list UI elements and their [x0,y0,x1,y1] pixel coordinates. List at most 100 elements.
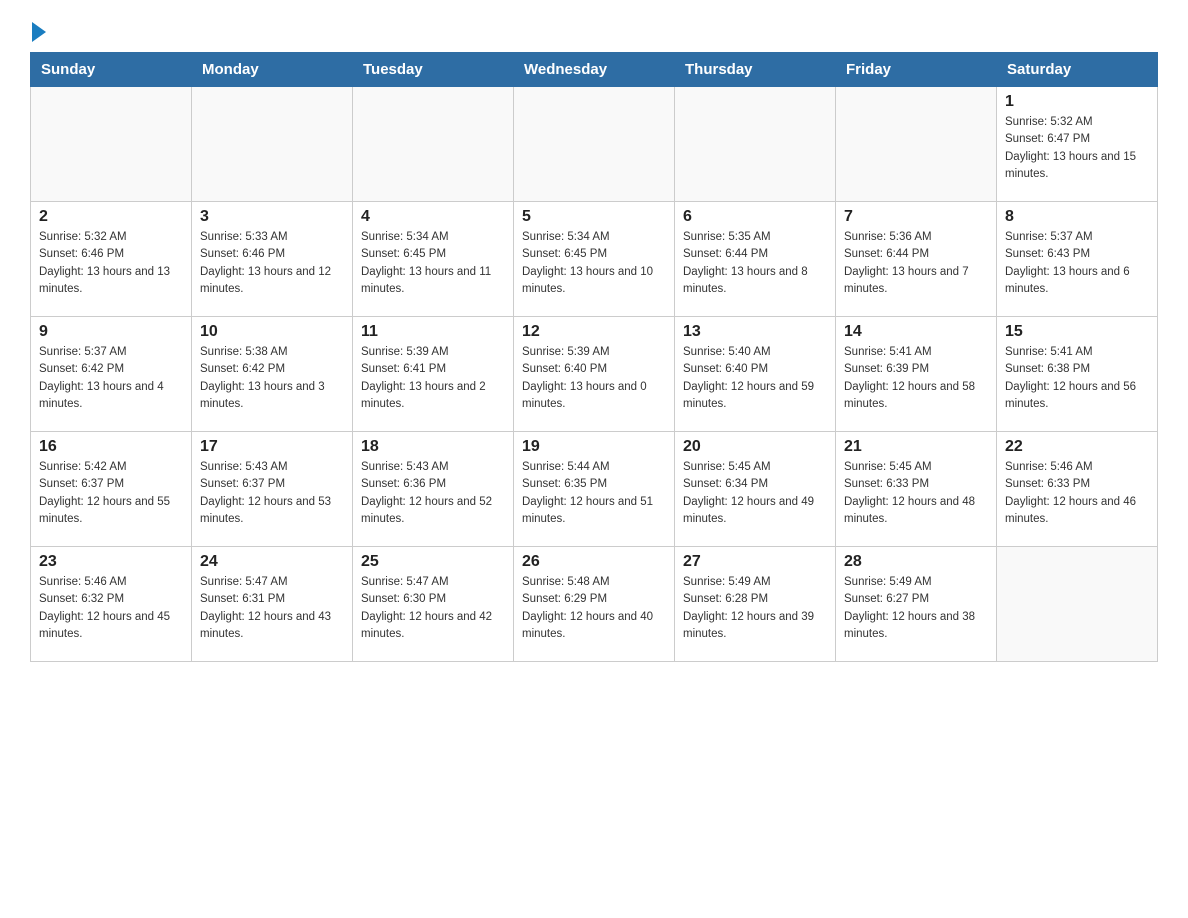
calendar-cell [997,547,1158,662]
calendar-cell [192,87,353,202]
day-number: 23 [39,553,183,571]
calendar-cell: 11 Sunrise: 5:39 AMSunset: 6:41 PMDayligh… [353,317,514,432]
calendar-table: SundayMondayTuesdayWednesdayThursdayFrid… [30,52,1158,662]
day-number: 7 [844,208,988,226]
day-info: Sunrise: 5:42 AMSunset: 6:37 PMDaylight:… [39,459,183,528]
day-info: Sunrise: 5:37 AMSunset: 6:42 PMDaylight:… [39,344,183,413]
calendar-cell: 10 Sunrise: 5:38 AMSunset: 6:42 PMDayligh… [192,317,353,432]
column-header-friday: Friday [836,53,997,87]
calendar-cell: 18 Sunrise: 5:43 AMSunset: 6:36 PMDayligh… [353,432,514,547]
day-info: Sunrise: 5:43 AMSunset: 6:37 PMDaylight:… [200,459,344,528]
calendar-cell: 25 Sunrise: 5:47 AMSunset: 6:30 PMDayligh… [353,547,514,662]
calendar-cell: 17 Sunrise: 5:43 AMSunset: 6:37 PMDayligh… [192,432,353,547]
calendar-cell: 16 Sunrise: 5:42 AMSunset: 6:37 PMDayligh… [31,432,192,547]
week-row-3: 9 Sunrise: 5:37 AMSunset: 6:42 PMDaylight… [31,317,1158,432]
day-number: 24 [200,553,344,571]
day-info: Sunrise: 5:34 AMSunset: 6:45 PMDaylight:… [522,229,666,298]
day-number: 18 [361,438,505,456]
day-number: 22 [1005,438,1149,456]
calendar-cell: 2 Sunrise: 5:32 AMSunset: 6:46 PMDaylight… [31,202,192,317]
day-info: Sunrise: 5:33 AMSunset: 6:46 PMDaylight:… [200,229,344,298]
calendar-cell: 19 Sunrise: 5:44 AMSunset: 6:35 PMDayligh… [514,432,675,547]
day-number: 1 [1005,93,1149,111]
day-number: 14 [844,323,988,341]
calendar-cell [514,87,675,202]
calendar-cell: 27 Sunrise: 5:49 AMSunset: 6:28 PMDayligh… [675,547,836,662]
day-number: 17 [200,438,344,456]
day-info: Sunrise: 5:38 AMSunset: 6:42 PMDaylight:… [200,344,344,413]
day-number: 28 [844,553,988,571]
calendar-header-row: SundayMondayTuesdayWednesdayThursdayFrid… [31,53,1158,87]
column-header-thursday: Thursday [675,53,836,87]
calendar-cell: 7 Sunrise: 5:36 AMSunset: 6:44 PMDaylight… [836,202,997,317]
column-header-saturday: Saturday [997,53,1158,87]
calendar-cell [353,87,514,202]
day-number: 6 [683,208,827,226]
calendar-cell: 9 Sunrise: 5:37 AMSunset: 6:42 PMDaylight… [31,317,192,432]
day-info: Sunrise: 5:32 AMSunset: 6:47 PMDaylight:… [1005,114,1149,183]
day-number: 11 [361,323,505,341]
calendar-cell: 24 Sunrise: 5:47 AMSunset: 6:31 PMDayligh… [192,547,353,662]
day-number: 2 [39,208,183,226]
calendar-cell: 21Sunrise: 5:45 AMSunset: 6:33 PMDayligh… [836,432,997,547]
day-info: Sunrise: 5:44 AMSunset: 6:35 PMDaylight:… [522,459,666,528]
day-number: 25 [361,553,505,571]
day-info: Sunrise: 5:41 AMSunset: 6:38 PMDaylight:… [1005,344,1149,413]
day-number: 3 [200,208,344,226]
day-info: Sunrise: 5:43 AMSunset: 6:36 PMDaylight:… [361,459,505,528]
page-header [30,20,1158,42]
day-number: 21 [844,438,988,456]
calendar-cell: 13 Sunrise: 5:40 AMSunset: 6:40 PMDayligh… [675,317,836,432]
day-info: Sunrise: 5:36 AMSunset: 6:44 PMDaylight:… [844,229,988,298]
calendar-cell [31,87,192,202]
calendar-cell: 20 Sunrise: 5:45 AMSunset: 6:34 PMDayligh… [675,432,836,547]
day-number: 20 [683,438,827,456]
day-info: Sunrise: 5:48 AMSunset: 6:29 PMDaylight:… [522,574,666,643]
day-number: 12 [522,323,666,341]
day-number: 9 [39,323,183,341]
calendar-cell: 8Sunrise: 5:37 AMSunset: 6:43 PMDaylight… [997,202,1158,317]
calendar-cell: 14 Sunrise: 5:41 AMSunset: 6:39 PMDayligh… [836,317,997,432]
logo [30,20,46,42]
day-number: 19 [522,438,666,456]
calendar-cell: 4 Sunrise: 5:34 AMSunset: 6:45 PMDaylight… [353,202,514,317]
week-row-4: 16 Sunrise: 5:42 AMSunset: 6:37 PMDayligh… [31,432,1158,547]
day-info: Sunrise: 5:46 AMSunset: 6:32 PMDaylight:… [39,574,183,643]
day-info: Sunrise: 5:39 AMSunset: 6:40 PMDaylight:… [522,344,666,413]
day-info: Sunrise: 5:32 AMSunset: 6:46 PMDaylight:… [39,229,183,298]
day-number: 10 [200,323,344,341]
day-info: Sunrise: 5:39 AMSunset: 6:41 PMDaylight:… [361,344,505,413]
calendar-cell: 5Sunrise: 5:34 AMSunset: 6:45 PMDaylight… [514,202,675,317]
day-number: 8 [1005,208,1149,226]
day-number: 15 [1005,323,1149,341]
day-number: 16 [39,438,183,456]
column-header-wednesday: Wednesday [514,53,675,87]
day-info: Sunrise: 5:46 AMSunset: 6:33 PMDaylight:… [1005,459,1149,528]
calendar-cell: 26 Sunrise: 5:48 AMSunset: 6:29 PMDayligh… [514,547,675,662]
day-number: 27 [683,553,827,571]
calendar-cell: 15 Sunrise: 5:41 AMSunset: 6:38 PMDayligh… [997,317,1158,432]
week-row-1: 1 Sunrise: 5:32 AMSunset: 6:47 PMDaylight… [31,87,1158,202]
calendar-cell [836,87,997,202]
day-info: Sunrise: 5:49 AMSunset: 6:27 PMDaylight:… [844,574,988,643]
calendar-cell [675,87,836,202]
day-info: Sunrise: 5:41 AMSunset: 6:39 PMDaylight:… [844,344,988,413]
day-number: 4 [361,208,505,226]
day-info: Sunrise: 5:34 AMSunset: 6:45 PMDaylight:… [361,229,505,298]
calendar-cell: 1 Sunrise: 5:32 AMSunset: 6:47 PMDaylight… [997,87,1158,202]
calendar-cell: 22 Sunrise: 5:46 AMSunset: 6:33 PMDayligh… [997,432,1158,547]
day-info: Sunrise: 5:49 AMSunset: 6:28 PMDaylight:… [683,574,827,643]
day-number: 26 [522,553,666,571]
calendar-cell: 28 Sunrise: 5:49 AMSunset: 6:27 PMDayligh… [836,547,997,662]
logo-arrow-icon [32,22,46,42]
column-header-monday: Monday [192,53,353,87]
day-info: Sunrise: 5:40 AMSunset: 6:40 PMDaylight:… [683,344,827,413]
week-row-2: 2 Sunrise: 5:32 AMSunset: 6:46 PMDaylight… [31,202,1158,317]
column-header-sunday: Sunday [31,53,192,87]
day-info: Sunrise: 5:47 AMSunset: 6:31 PMDaylight:… [200,574,344,643]
calendar-cell: 23 Sunrise: 5:46 AMSunset: 6:32 PMDayligh… [31,547,192,662]
day-info: Sunrise: 5:35 AMSunset: 6:44 PMDaylight:… [683,229,827,298]
day-number: 13 [683,323,827,341]
day-info: Sunrise: 5:47 AMSunset: 6:30 PMDaylight:… [361,574,505,643]
day-info: Sunrise: 5:45 AMSunset: 6:34 PMDaylight:… [683,459,827,528]
